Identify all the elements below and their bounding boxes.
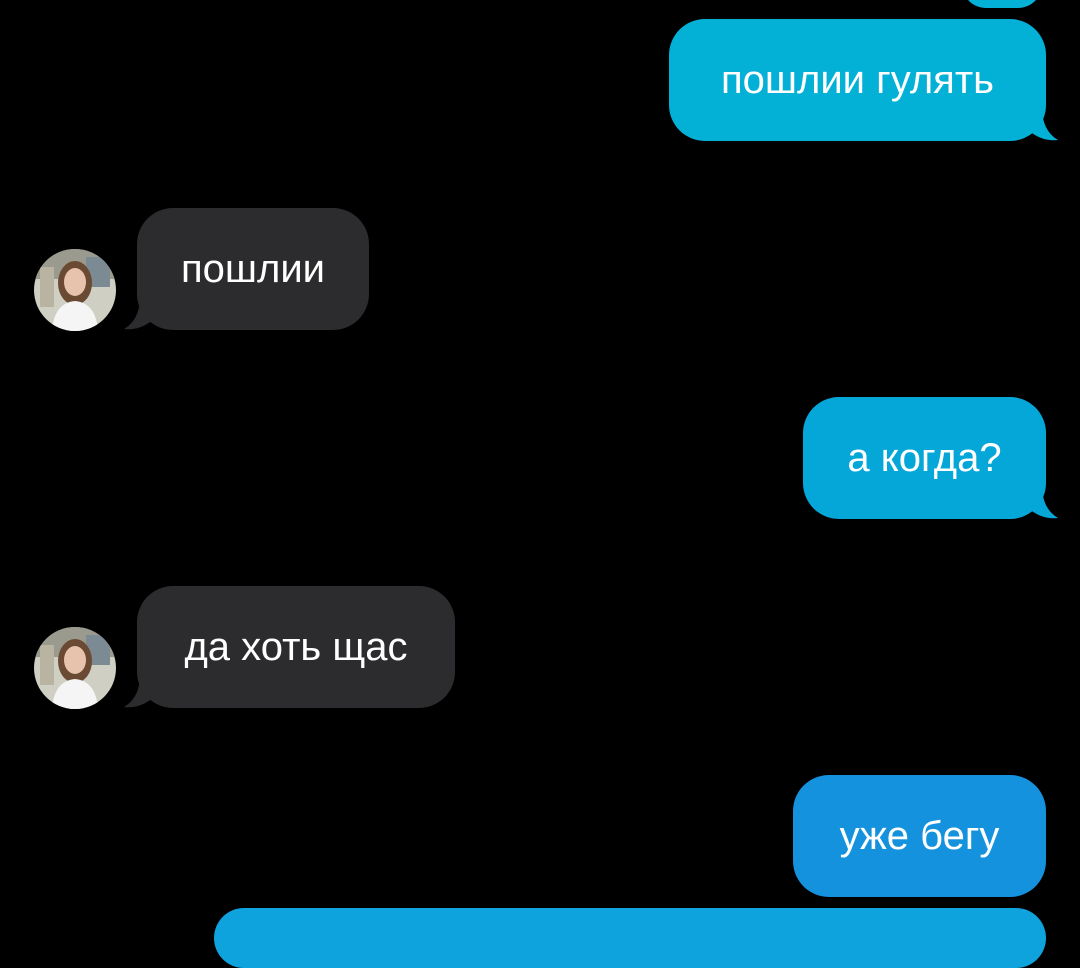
bubble-tail	[124, 301, 154, 330]
message-text: пошлии гулять	[720, 58, 994, 102]
message-text: да хоть щас	[184, 625, 408, 669]
friend-avatar-icon[interactable]	[34, 249, 116, 331]
message-bubble-incoming[interactable]: да хоть щас	[137, 586, 455, 708]
message-bubble-outgoing[interactable]: а когда?	[803, 397, 1046, 519]
message-text: а когда?	[847, 436, 1002, 480]
bubble-tail	[1028, 112, 1058, 141]
message-text: уже бегу	[839, 814, 1000, 858]
bubble-tail	[124, 679, 154, 708]
partial-message-bubble-top[interactable]	[962, 0, 1042, 8]
partial-message-bubble-bottom[interactable]	[214, 908, 1046, 968]
avatar-image	[34, 249, 116, 331]
message-text: пошлии	[180, 247, 326, 291]
message-bubble-outgoing[interactable]: пошлии гулять	[669, 19, 1046, 141]
friend-avatar-icon[interactable]	[34, 627, 116, 709]
bubble-tail	[1028, 490, 1058, 519]
message-bubble-outgoing[interactable]: уже бегу	[793, 775, 1046, 897]
avatar-image	[34, 627, 116, 709]
message-bubble-incoming[interactable]: пошлии	[137, 208, 369, 330]
